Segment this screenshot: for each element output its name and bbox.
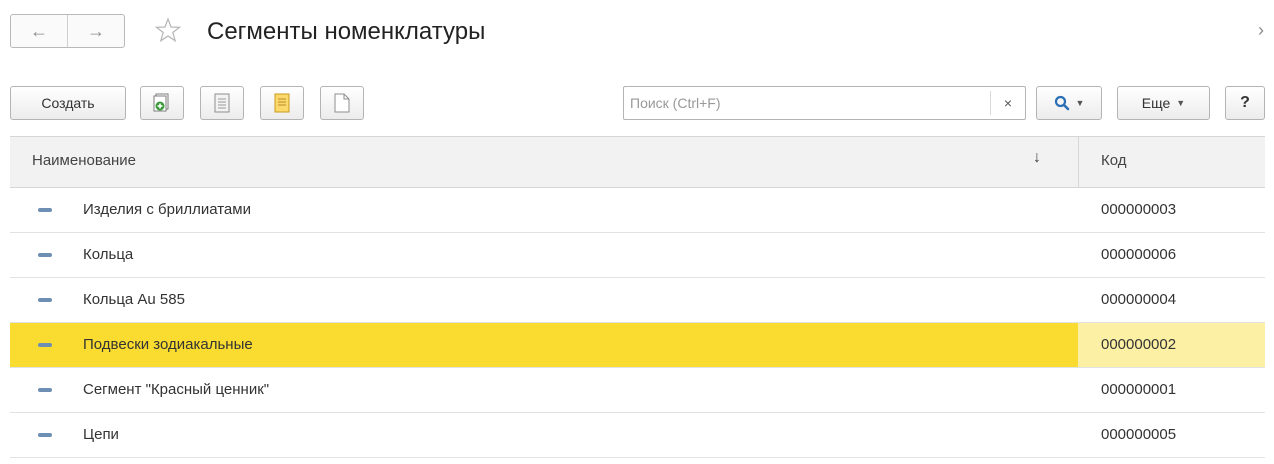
forward-button[interactable]: → (67, 15, 124, 47)
create-button-label: Создать (41, 95, 95, 111)
row-code: 000000004 (1101, 291, 1177, 308)
table-row[interactable]: Кольца Au 585 000000004 (10, 278, 1265, 323)
star-icon[interactable] (155, 17, 181, 43)
column-divider[interactable] (1078, 137, 1079, 187)
row-code: 000000002 (1101, 336, 1177, 353)
catalog-item-icon (38, 298, 52, 302)
table-body: Изделия с бриллиатами 000000003 Кольца 0000… (10, 188, 1265, 458)
chevron-down-icon: ▼ (1075, 98, 1085, 108)
search-field[interactable]: × (623, 86, 1026, 120)
table-row[interactable]: Изделия с бриллиатами 000000003 (10, 188, 1265, 233)
catalog-item-icon (38, 433, 52, 437)
segments-table: Наименование ↓ Код Изделия с бриллиатами… (10, 136, 1265, 458)
arrow-left-icon: ← (30, 20, 48, 41)
row-name: Изделия с бриллиатами (83, 201, 251, 218)
close-icon: × (1003, 95, 1013, 111)
row-name: Кольца Au 585 (83, 291, 185, 308)
table-header: Наименование ↓ Код (10, 136, 1265, 188)
catalog-item-icon (38, 253, 52, 257)
arrow-right-icon: → (87, 20, 105, 41)
table-row[interactable]: Цепи 000000005 (10, 413, 1265, 458)
row-code: 000000006 (1101, 246, 1177, 263)
more-button[interactable]: Еще ▼ (1117, 86, 1210, 120)
row-name: Цепи (83, 426, 119, 443)
row-name: Подвески зодиакальные (83, 336, 253, 353)
column-header-code[interactable]: Код (1101, 152, 1127, 169)
catalog-item-icon (38, 343, 52, 347)
table-row[interactable]: Сегмент "Красный ценник" 000000001 (10, 368, 1265, 413)
row-code: 000000005 (1101, 426, 1177, 443)
row-code: 000000001 (1101, 381, 1177, 398)
search-icon (1054, 95, 1069, 111)
document-icon (214, 93, 230, 113)
column-header-name[interactable]: Наименование (32, 152, 136, 169)
sort-descending-icon[interactable]: ↓ (1033, 149, 1041, 167)
table-row[interactable]: Кольца 000000006 (10, 233, 1265, 278)
chevron-right-icon[interactable]: › (1258, 20, 1264, 41)
catalog-item-icon (38, 388, 52, 392)
search-button[interactable]: ▼ (1036, 86, 1102, 120)
catalog-item-icon (38, 208, 52, 212)
row-name: Кольца (83, 246, 134, 263)
note-icon (274, 93, 290, 113)
edit-document-button[interactable] (200, 86, 244, 120)
page-title: Сегменты номенклатуры (207, 18, 486, 45)
row-name: Сегмент "Красный ценник" (83, 381, 270, 398)
copy-add-icon (153, 93, 169, 112)
blank-page-icon (334, 93, 350, 113)
row-code: 000000003 (1101, 201, 1177, 218)
create-button[interactable]: Создать (10, 86, 126, 120)
help-button[interactable]: ? (1225, 86, 1265, 120)
note-button[interactable] (260, 86, 304, 120)
navigation-buttons: ← → (10, 14, 125, 48)
chevron-down-icon: ▼ (1176, 98, 1186, 108)
blank-page-button[interactable] (320, 86, 364, 120)
table-row[interactable]: Подвески зодиакальные 000000002 (10, 323, 1265, 368)
search-input[interactable] (624, 87, 1000, 119)
clear-search-button[interactable]: × (990, 91, 1025, 115)
help-icon: ? (1240, 94, 1250, 111)
copy-add-button[interactable] (140, 86, 184, 120)
more-button-label: Еще (1141, 95, 1171, 111)
back-button[interactable]: ← (11, 15, 67, 47)
